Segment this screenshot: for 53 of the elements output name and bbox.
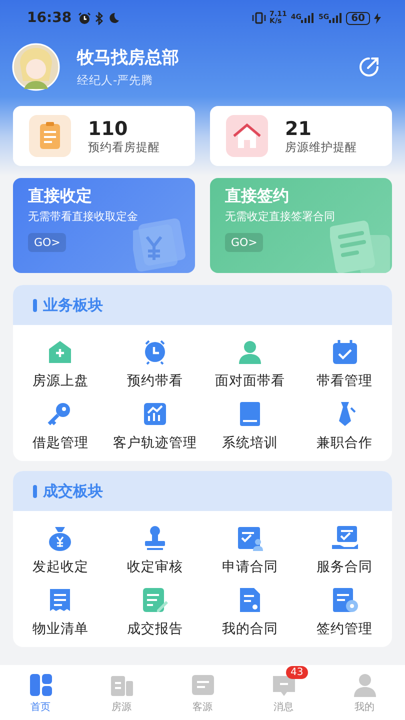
menu-item[interactable]: 发起收定 (13, 523, 108, 576)
menu-item[interactable]: 客户轨迹管理 (108, 399, 202, 452)
promo-subtitle: 无需收定直接签署合同 (225, 209, 336, 224)
menu-item[interactable]: 我的合同 (202, 585, 298, 638)
charging-icon (374, 12, 381, 24)
alarm-icon (78, 12, 91, 24)
promo-title: 直接签约 (225, 186, 290, 207)
menu-item[interactable]: 签约管理 (297, 585, 392, 638)
menu-item[interactable]: 房源上盘 (13, 337, 108, 390)
notification-badge: 43 (286, 666, 308, 679)
clipboard-icon (29, 115, 71, 157)
menu-item[interactable]: 面对面带看 (202, 337, 298, 390)
clock-time: 16:38 (27, 10, 72, 26)
signal-icon (329, 13, 342, 23)
menu-item[interactable]: 预约带看 (108, 337, 202, 390)
bluetooth-icon (94, 12, 104, 24)
reminder-count: 21 (285, 118, 312, 140)
promo-title: 直接收定 (28, 186, 93, 207)
agent-name: 经纪人-严先腾 (77, 73, 154, 88)
menu-item[interactable]: 申请合同 (202, 523, 298, 576)
menu-item[interactable]: 系统培训 (202, 399, 298, 452)
house-icon (226, 115, 268, 157)
reminder-count: 110 (88, 118, 129, 140)
person-icon (352, 672, 378, 698)
accent-bar (33, 484, 37, 498)
menu-item[interactable]: 成交报告 (108, 585, 202, 638)
company-name: 牧马找房总部 (77, 47, 180, 69)
share-icon[interactable] (357, 55, 381, 79)
promo-card[interactable]: 直接收定 无需带看直接收取定金 GO> (13, 178, 195, 273)
promo-subtitle: 无需带看直接收取定金 (28, 209, 139, 224)
tab-item[interactable]: 消息 43 (243, 665, 324, 720)
menu-item[interactable]: 借匙管理 (13, 399, 108, 452)
document-pen-icon (140, 585, 170, 615)
menu-item[interactable]: 服务合同 (297, 523, 392, 576)
accent-bar (33, 298, 37, 312)
section-title: 业务板块 (43, 296, 103, 314)
reminder-label: 房源维护提醒 (285, 140, 357, 154)
menu-item[interactable]: 收定审核 (108, 523, 202, 576)
section-title: 成交板块 (43, 482, 103, 500)
moon-icon (108, 12, 120, 24)
dashboard-icon (28, 672, 54, 698)
go-button[interactable]: GO> (28, 233, 66, 252)
reminder-card[interactable]: 110 预约看房提醒 (13, 106, 195, 166)
avatar-icon (12, 43, 60, 91)
menu-item[interactable]: 带看管理 (297, 337, 392, 390)
menu-item[interactable]: 兼职合作 (297, 399, 392, 452)
vibrate-icon (252, 12, 266, 24)
reminder-label: 预约看房提醒 (88, 140, 160, 154)
menu-item[interactable]: 物业清单 (13, 585, 108, 638)
battery-indicator: 60 (346, 12, 370, 24)
signal-icon (301, 13, 314, 23)
reminder-card[interactable]: 21 房源维护提醒 (210, 106, 392, 166)
tab-item[interactable]: 首页 (0, 665, 81, 720)
